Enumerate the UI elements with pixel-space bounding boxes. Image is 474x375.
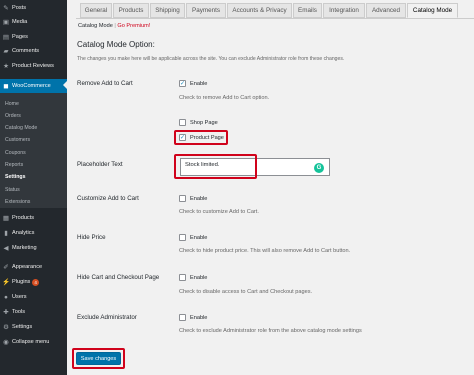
sidebar-item-plugins[interactable]: ⚡ Plugins 4 [0,275,67,289]
hide-cart-checkout-enable-label: Enable [190,275,208,281]
go-premium-link[interactable]: Go Premium! [117,23,150,29]
submenu-home[interactable]: Home [5,101,19,107]
shop-page-checkbox[interactable] [179,119,186,126]
remove-add-to-cart-checkbox[interactable]: ✓ [179,80,186,87]
sidebar-item-users[interactable]: ● Users [0,290,67,304]
submenu-status[interactable]: Status [5,187,20,193]
woocommerce-submenu: Home Orders Catalog Mode Customers Coupo… [0,93,67,208]
placeholder-highlight [174,154,257,179]
box-icon: ▦ [2,215,10,222]
sidebar-item-comments[interactable]: ▰ Comments [0,44,67,58]
exclude-admin-desc: Check to exclude Administrator role from… [179,328,362,334]
submenu-coupons[interactable]: Coupons [5,150,26,156]
megaphone-icon: ◀ [3,245,9,252]
submenu-extensions[interactable]: Extensions [5,199,30,205]
sidebar-item-pages[interactable]: ▤ Pages [0,30,67,44]
woo-icon: ◼ [3,83,9,90]
page-icon: ▤ [2,34,10,41]
tabs-underline [76,18,474,19]
brush-icon: ✐ [3,264,9,271]
admin-sidebar: ✎ Posts ▣ Media ▤ Pages ▰ Comments ★ Product … [0,0,67,375]
grammarly-icon[interactable]: G [314,163,324,173]
remove-add-to-cart-enable-label: Enable [190,81,208,87]
product-page-label: Product Page [190,135,224,141]
sidebar-item-posts[interactable]: ✎ Posts [0,1,67,15]
tab-accounts-privacy[interactable]: Accounts & Privacy [227,3,292,18]
submenu-orders[interactable]: Orders [5,113,21,119]
media-icon: ▣ [2,19,10,26]
chart-icon: ▮ [4,230,8,237]
tab-catalog-mode[interactable]: Catalog Mode [407,3,458,18]
save-changes-button[interactable]: Save changes [76,352,121,365]
exclude-admin-label: Exclude Administrator [77,314,137,321]
hide-cart-checkout-label: Hide Cart and Checkout Page [77,274,160,281]
customize-add-to-cart-enable-label: Enable [190,196,208,202]
submenu-reports[interactable]: Reports [5,162,23,168]
customize-add-to-cart-desc: Check to customize Add to Cart. [179,209,259,215]
tab-products[interactable]: Products [113,3,149,18]
remove-add-to-cart-label: Remove Add to Cart [77,80,133,87]
plugins-update-badge: 4 [32,278,39,286]
star-icon: ★ [3,63,9,70]
comment-icon: ▰ [3,48,9,55]
sidebar-item-settings[interactable]: ⚙ Settings [0,320,67,334]
submenu-customers[interactable]: Customers [5,137,30,143]
tab-emails[interactable]: Emails [293,3,322,18]
submenu-settings[interactable]: Settings [5,174,25,180]
sidebar-item-product-reviews[interactable]: ★ Product Reviews [0,59,67,73]
collapse-icon: ◉ [3,339,9,346]
wrench-icon: ✚ [3,309,9,316]
hide-price-checkbox[interactable] [179,234,186,241]
sidebar-item-media[interactable]: ▣ Media [0,15,67,29]
sidebar-item-collapse-menu[interactable]: ◉ Collapse menu [0,335,67,349]
hide-price-label: Hide Price [77,234,106,241]
exclude-admin-checkbox[interactable] [179,314,186,321]
plug-icon: ⚡ [1,279,11,286]
tab-integration[interactable]: Integration [323,3,365,18]
tab-general[interactable]: General [80,3,112,18]
hide-price-desc: Check to hide product price. This will a… [179,248,351,254]
placeholder-text-label: Placeholder Text [77,161,123,168]
checkmark-icon: ✓ [179,134,186,141]
sidebar-item-marketing[interactable]: ◀ Marketing [0,241,67,255]
pin-icon: ✎ [3,5,9,12]
sidebar-item-appearance[interactable]: ✐ Appearance [0,260,67,274]
checkmark-icon: ✓ [179,80,186,87]
exclude-admin-enable-label: Enable [190,315,208,321]
product-page-checkbox[interactable]: ✓ [179,134,186,141]
hide-cart-checkout-checkbox[interactable] [179,274,186,281]
remove-add-to-cart-desc: Check to remove Add to Cart option. [179,95,270,101]
sidebar-item-tools[interactable]: ✚ Tools [0,305,67,319]
hide-price-enable-label: Enable [190,235,208,241]
section-intro: The changes you make here will be applic… [77,56,345,62]
shop-page-label: Shop Page [190,120,218,126]
subnav-current: Catalog Mode [78,23,113,29]
hide-cart-checkout-desc: Check to disable access to Cart and Chec… [179,289,313,295]
sidebar-item-analytics[interactable]: ▮ Analytics [0,226,67,240]
subnav: Catalog Mode | Go Premium! [78,23,150,29]
sidebar-item-products[interactable]: ▦ Products [0,211,67,225]
sidebar-item-woocommerce[interactable]: ◼ WooCommerce [0,79,67,93]
tab-advanced[interactable]: Advanced [366,3,406,18]
tab-shipping[interactable]: Shipping [150,3,185,18]
user-icon: ● [4,293,8,301]
subnav-separator: | [114,23,116,29]
section-title: Catalog Mode Option: [77,40,155,49]
customize-add-to-cart-checkbox[interactable] [179,195,186,202]
settings-icon: ⚙ [3,324,9,331]
submenu-catalog-mode[interactable]: Catalog Mode [5,125,37,131]
current-menu-arrow [63,81,67,89]
tab-payments[interactable]: Payments [186,3,226,18]
customize-add-to-cart-label: Customize Add to Cart [77,195,139,202]
